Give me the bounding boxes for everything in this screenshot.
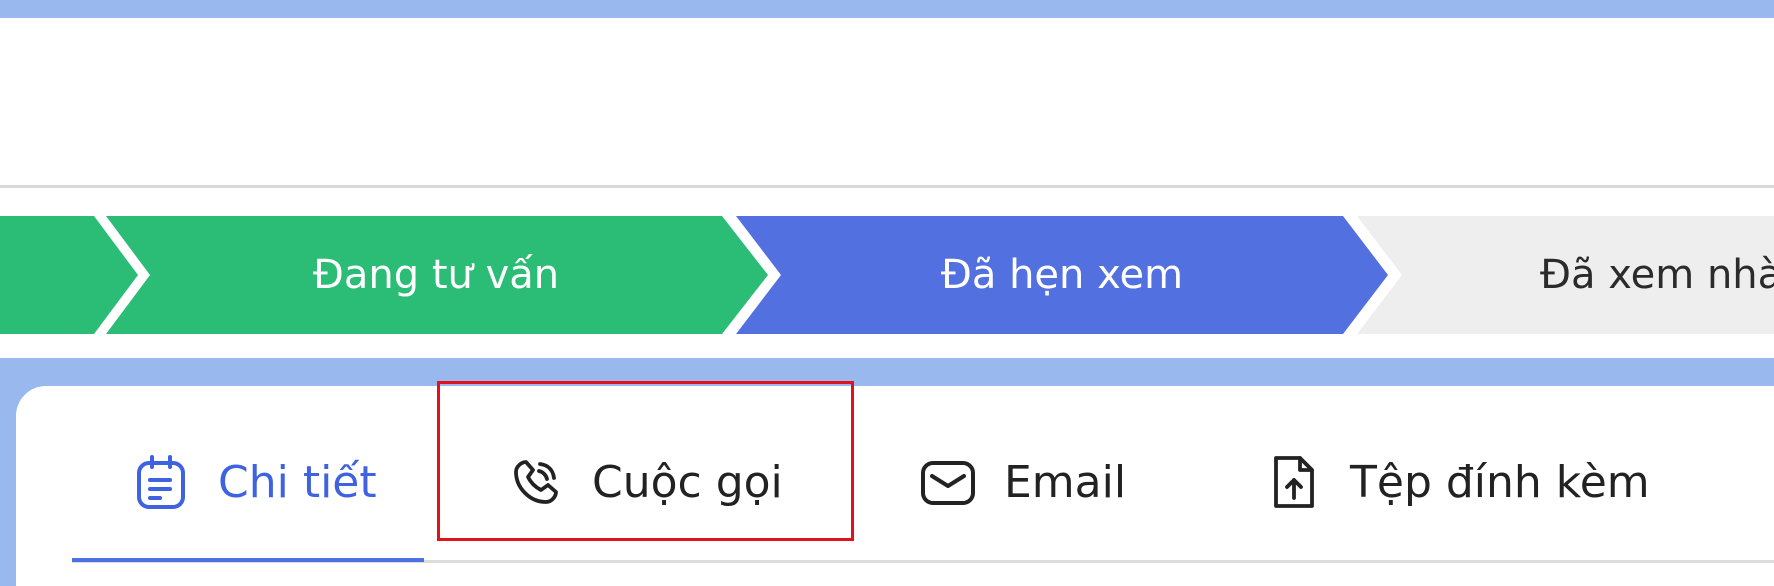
pipeline-stage-label-viewed: Đã xem nhà: [1540, 252, 1774, 298]
mail-icon: [920, 454, 976, 510]
tab-calls[interactable]: Cuộc gọi: [508, 440, 783, 524]
file-upload-icon: [1266, 454, 1322, 510]
header-divider: [0, 185, 1774, 188]
pipeline-stage-label-scheduled: Đã hẹn xem: [940, 252, 1184, 298]
tab-calls-label: Cuộc gọi: [592, 456, 783, 508]
tab-email[interactable]: Email: [920, 440, 1126, 524]
tab-details[interactable]: Chi tiết: [134, 440, 377, 524]
tab-attachments-label: Tệp đính kèm: [1350, 456, 1650, 508]
tab-details-label: Chi tiết: [218, 456, 377, 508]
header-area: [0, 18, 1774, 186]
calendar-note-icon: [134, 454, 190, 510]
status-pipeline: Đang tư vấn Đã hẹn xem Đã xem nhà: [0, 216, 1774, 334]
phone-call-icon: [508, 454, 564, 510]
tab-active-indicator: [72, 558, 424, 562]
tab-attachments[interactable]: Tệp đính kèm: [1266, 440, 1650, 524]
pipeline-stage-completed-shape[interactable]: [0, 216, 138, 334]
tab-email-label: Email: [1004, 456, 1127, 508]
top-accent-bar: [0, 0, 1774, 18]
pipeline-stage-label-consulting: Đang tư vấn: [312, 252, 560, 298]
